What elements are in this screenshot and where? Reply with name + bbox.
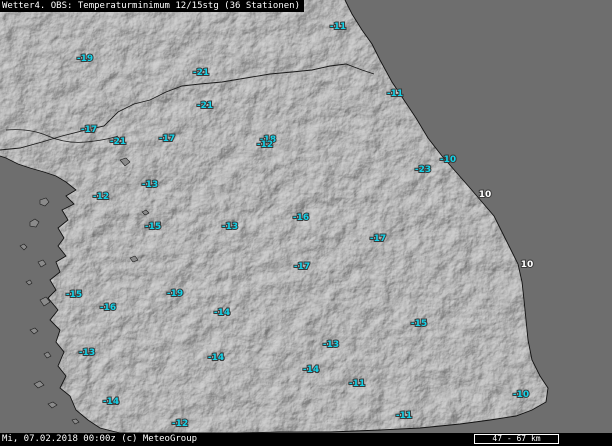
footer-timestamp: Mi, 07.02.2018 00:00z (c) MeteoGroup [2, 434, 198, 444]
station-temperature-label: -14 [208, 353, 224, 363]
station-temperature-label: -23 [415, 165, 431, 175]
station-temperature-label: -19 [167, 289, 183, 299]
station-temperature-label: -14 [214, 308, 230, 318]
station-temperature-label: 10 [479, 190, 492, 200]
station-temperature-label: -17 [294, 262, 310, 272]
station-temperature-label: -12 [257, 140, 273, 150]
station-temperature-label: -15 [411, 319, 427, 329]
station-temperature-label: -16 [293, 213, 309, 223]
station-temperature-label: -11 [330, 22, 346, 32]
station-temperature-label: -21 [110, 137, 126, 147]
station-temperature-label: -13 [79, 348, 95, 358]
station-temperature-label: -11 [396, 411, 412, 421]
station-temperature-label: -12 [93, 192, 109, 202]
station-temperature-label: -11 [349, 379, 365, 389]
station-temperature-label: -14 [103, 397, 119, 407]
map-canvas: -11-19-21-21-11-17-21 -17 -18-12-10-23-131… [0, 0, 612, 446]
station-temperature-label: 10 [521, 260, 534, 270]
station-temperature-label: -16 [100, 303, 116, 313]
station-temperature-label: -15 [66, 290, 82, 300]
station-temperature-label: -13 [142, 180, 158, 190]
station-temperature-label: -13 [323, 340, 339, 350]
station-temperature-label: -14 [303, 365, 319, 375]
station-temperature-label: -11 [387, 89, 403, 99]
station-temperature-label: -13 [222, 222, 238, 232]
scale-bar: 47 - 67 km [474, 434, 559, 444]
station-temperature-label: -17 [370, 234, 386, 244]
station-temperature-label: -12 [172, 419, 188, 429]
weather-map: -11 -19 -21 -21 -11 -17 -21 -17 -18 -12 -10 -23 -13 1… [0, 0, 612, 446]
footer: Mi, 07.02.2018 00:00z (c) MeteoGroup 47 … [0, 433, 612, 446]
station-temperature-label: -17 [159, 134, 175, 144]
station-temperature-label: -19 [77, 54, 93, 64]
map-title: Wetter4. OBS: Temperaturminimum 12/15stg… [0, 0, 305, 12]
station-temperature-label: -17 [81, 125, 97, 135]
station-temperature-label: -10 [440, 155, 456, 165]
station-temperature-label: -15 [145, 222, 161, 232]
station-temperature-label: -21 [193, 68, 209, 78]
station-temperature-label: -21 [197, 101, 213, 111]
station-temperature-label: -10 [513, 390, 529, 400]
